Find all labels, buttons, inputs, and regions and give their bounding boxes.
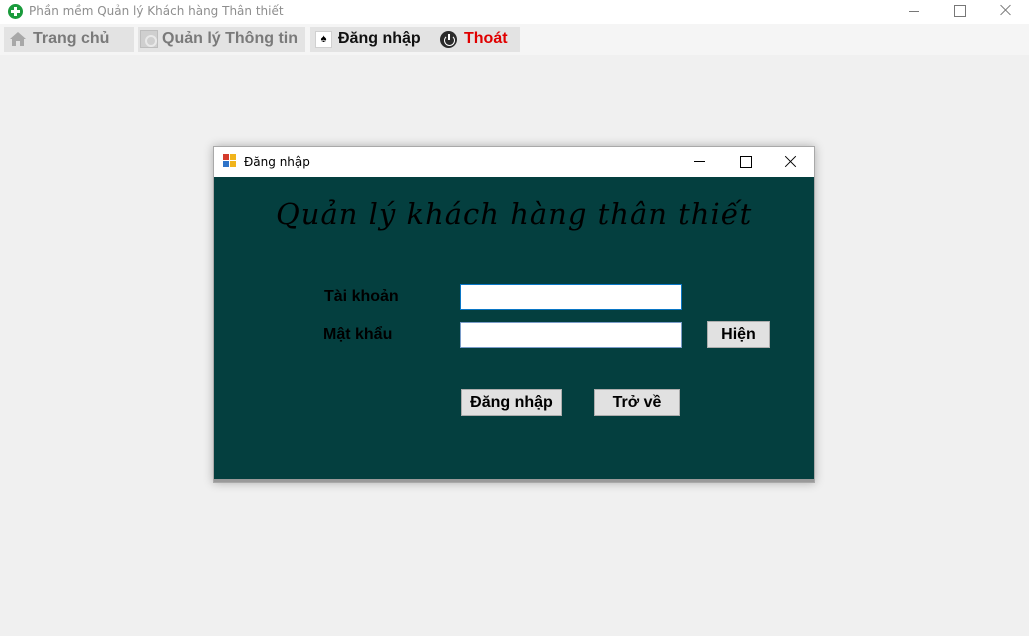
form-icon [223,154,237,168]
dialog-maximize-button[interactable] [730,147,760,177]
menu-item-login[interactable]: ♠ Đăng nhập [310,27,435,52]
menu-item-home[interactable]: Trang chủ [4,27,134,52]
login-icon: ♠ [315,31,332,48]
back-button[interactable]: Trở về [594,389,680,416]
dialog-title-bar: Đăng nhập [214,147,814,177]
app-title: Phần mềm Quản lý Khách hàng Thân thiết [29,4,284,18]
menu-exit-label: Thoát [464,30,508,47]
close-button[interactable] [982,0,1028,24]
maximize-button[interactable] [936,0,982,24]
power-icon [440,31,457,48]
dialog-title: Đăng nhập [244,155,310,169]
show-password-button[interactable]: Hiện [707,321,770,348]
dialog-close-button[interactable] [776,147,806,177]
password-label: Mật khẩu [323,326,393,343]
login-button[interactable]: Đăng nhập [461,389,562,416]
username-label: Tài khoản [324,288,399,305]
info-icon [140,30,158,48]
home-icon [10,32,26,46]
menu-home-label: Trang chủ [33,30,110,47]
password-input[interactable] [460,322,682,348]
login-heading: Quản lý khách hàng thân thiết [276,197,753,231]
menu-login-label: Đăng nhập [338,30,421,47]
menu-item-info-management[interactable]: Quản lý Thông tin [138,27,305,52]
app-title-bar: Phần mềm Quản lý Khách hàng Thân thiết [0,0,1029,24]
minimize-button[interactable] [891,0,937,24]
dialog-minimize-button[interactable] [684,147,714,177]
login-panel: Quản lý khách hàng thân thiết Tài khoản … [214,177,814,479]
username-input[interactable] [460,284,682,310]
menu-strip: Trang chủ Quản lý Thông tin ♠ Đăng nhập … [0,24,1029,55]
menu-item-exit[interactable]: Thoát [435,27,520,52]
login-dialog: Đăng nhập Quản lý khách hàng thân thiết … [213,146,815,483]
app-plus-icon [8,4,23,19]
menu-info-label: Quản lý Thông tin [162,30,298,47]
dialog-bottom-edge [214,479,814,482]
